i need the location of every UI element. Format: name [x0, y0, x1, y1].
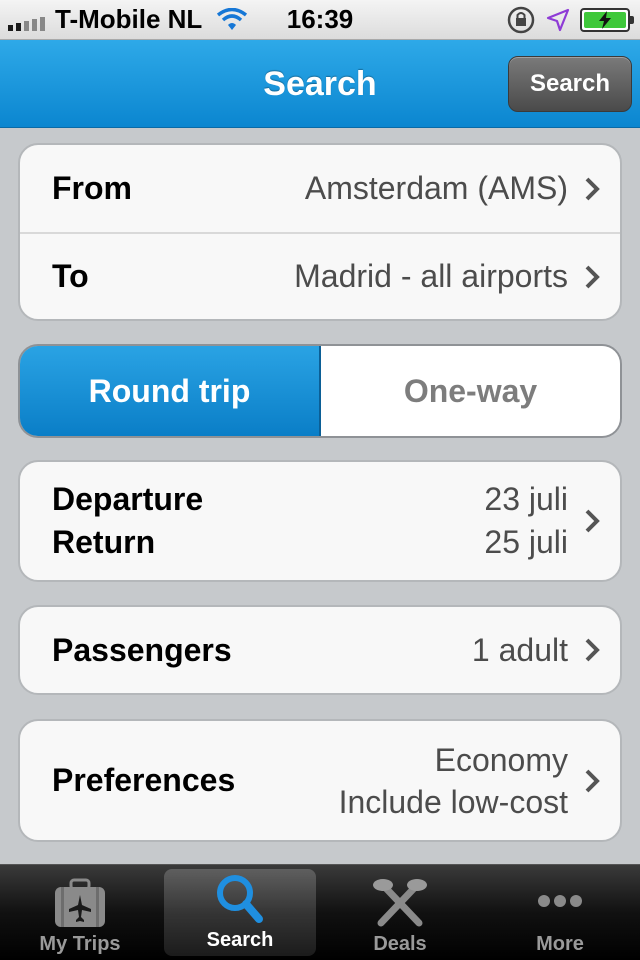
- departure-label: Departure: [52, 481, 204, 517]
- carrier-name: T-Mobile NL: [55, 4, 203, 34]
- chevron-right-icon: [585, 265, 600, 288]
- round-trip-segment[interactable]: Round trip: [20, 346, 321, 436]
- preferences-class: Economy: [434, 741, 568, 778]
- from-value: Amsterdam (AMS): [304, 170, 568, 206]
- preferences-low-cost: Include low-cost: [338, 783, 568, 820]
- tab-more[interactable]: More: [480, 865, 640, 960]
- departure-date: 23 juli: [484, 481, 568, 517]
- deals-icon: [373, 879, 427, 927]
- preferences-label: Preferences: [52, 762, 236, 798]
- signal-strength-icon: [8, 9, 45, 31]
- return-date: 25 juli: [484, 524, 568, 560]
- to-value: Madrid - all airports: [294, 258, 568, 294]
- return-label: Return: [52, 524, 156, 560]
- preferences-group: Preferences Economy Include low-cost: [18, 719, 622, 842]
- dates-row[interactable]: Departure Return 23 juli 25 juli: [20, 462, 620, 580]
- magnifier-icon: [217, 875, 263, 923]
- tab-label: Search: [206, 929, 274, 951]
- passengers-label: Passengers: [52, 631, 232, 668]
- location-arrow-icon: [546, 8, 570, 31]
- dates-group: Departure Return 23 juli 25 juli: [18, 460, 622, 582]
- one-way-segment[interactable]: One-way: [321, 346, 620, 436]
- tab-label: More: [536, 933, 584, 955]
- tab-deals[interactable]: Deals: [320, 865, 480, 960]
- chevron-right-icon: [585, 638, 600, 662]
- navigation-bar: Search Search: [0, 40, 640, 128]
- trip-type-segmented-control: Round trip One-way: [18, 344, 622, 438]
- passengers-row[interactable]: Passengers 1 adult: [20, 607, 620, 693]
- tab-label: My Trips: [39, 933, 121, 955]
- more-dots-icon: [538, 895, 582, 907]
- chevron-right-icon: [585, 769, 600, 792]
- rotation-lock-icon: [507, 6, 535, 33]
- to-row[interactable]: To Madrid - all airports: [20, 232, 620, 319]
- wifi-icon: [217, 7, 248, 30]
- passengers-value: 1 adult: [471, 631, 568, 668]
- chevron-right-icon: [585, 177, 600, 200]
- suitcase-plane-icon: [55, 878, 105, 927]
- tab-search[interactable]: Search: [164, 869, 316, 956]
- to-label: To: [52, 258, 89, 294]
- chevron-right-icon: [585, 509, 600, 533]
- tab-bar: My Trips Search Deals More: [0, 864, 640, 960]
- from-label: From: [52, 170, 132, 206]
- status-bar: T-Mobile NL 16:39: [0, 0, 640, 40]
- battery-icon: [580, 7, 634, 32]
- from-row[interactable]: From Amsterdam (AMS): [20, 145, 620, 232]
- search-form: From Amsterdam (AMS) To Madrid - all air…: [0, 129, 640, 864]
- tab-label: Deals: [373, 933, 427, 955]
- search-button[interactable]: Search: [508, 56, 632, 112]
- preferences-row[interactable]: Preferences Economy Include low-cost: [20, 721, 620, 840]
- route-group: From Amsterdam (AMS) To Madrid - all air…: [18, 143, 622, 321]
- passengers-group: Passengers 1 adult: [18, 605, 622, 695]
- tab-my-trips[interactable]: My Trips: [0, 865, 160, 960]
